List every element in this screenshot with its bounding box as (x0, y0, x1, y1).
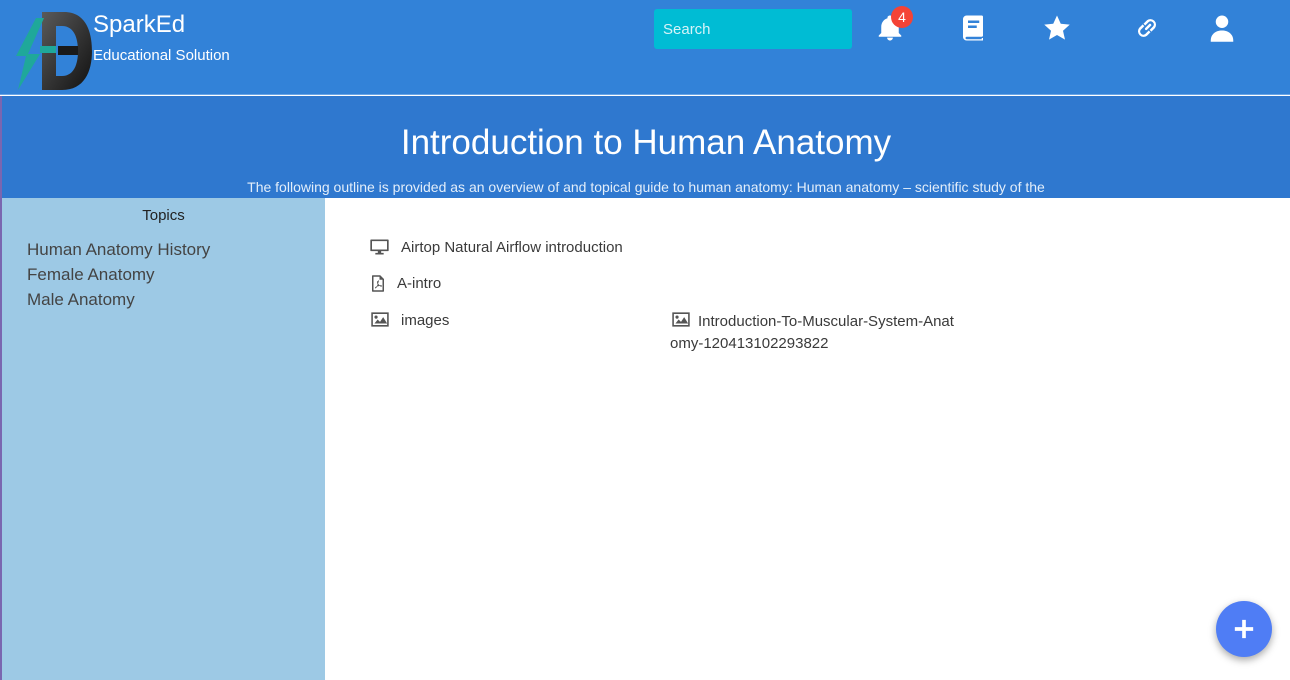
content-item-label: Introduction-To-Muscular-System-Anatomy-… (670, 313, 954, 352)
topic-item-human-anatomy-history[interactable]: Human Anatomy History (27, 240, 210, 265)
favorites-button[interactable] (1039, 10, 1075, 46)
profile-button[interactable] (1204, 10, 1240, 46)
content-item-pdf[interactable]: A-intro (369, 273, 669, 295)
content-item-label: A-intro (397, 275, 442, 292)
book-icon (963, 15, 983, 41)
brand-tagline: Educational Solution (93, 47, 230, 64)
pdf-icon (372, 275, 384, 292)
course-description: The following outline is provided as an … (247, 179, 1045, 195)
image-icon (371, 312, 389, 327)
search-input[interactable] (654, 9, 852, 49)
link-icon (1138, 19, 1156, 37)
plus-icon (1234, 619, 1254, 639)
top-navbar: SparkEd Educational Solution 4 (0, 0, 1290, 95)
image-icon (672, 312, 690, 327)
content-item-image-muscular-system[interactable]: Introduction-To-Muscular-System-Anatomy-… (670, 310, 960, 355)
content-item-image-images[interactable]: images (369, 310, 649, 332)
add-content-button[interactable] (1216, 601, 1272, 657)
star-icon (1044, 15, 1070, 40)
links-button[interactable] (1129, 10, 1165, 46)
topic-item-female-anatomy[interactable]: Female Anatomy (27, 265, 210, 290)
brand-name[interactable]: SparkEd (93, 11, 185, 39)
topics-sidebar: Topics Human Anatomy History Female Anat… (2, 198, 325, 680)
courses-button[interactable] (955, 10, 991, 46)
topic-list: Human Anatomy History Female Anatomy Mal… (27, 240, 210, 315)
sparked-logo[interactable] (14, 10, 94, 92)
monitor-icon (370, 239, 389, 255)
page-title: Introduction to Human Anatomy (400, 123, 892, 162)
topic-item-male-anatomy[interactable]: Male Anatomy (27, 290, 210, 315)
user-icon (1210, 15, 1234, 42)
course-header: Introduction to Human Anatomy The follow… (2, 96, 1290, 198)
content-item-video[interactable]: Airtop Natural Airflow introduction (368, 237, 668, 259)
notification-count-badge: 4 (891, 6, 913, 28)
content-item-label: images (401, 312, 450, 329)
sidebar-title: Topics (142, 207, 185, 224)
content-item-label: Airtop Natural Airflow introduction (401, 239, 623, 256)
